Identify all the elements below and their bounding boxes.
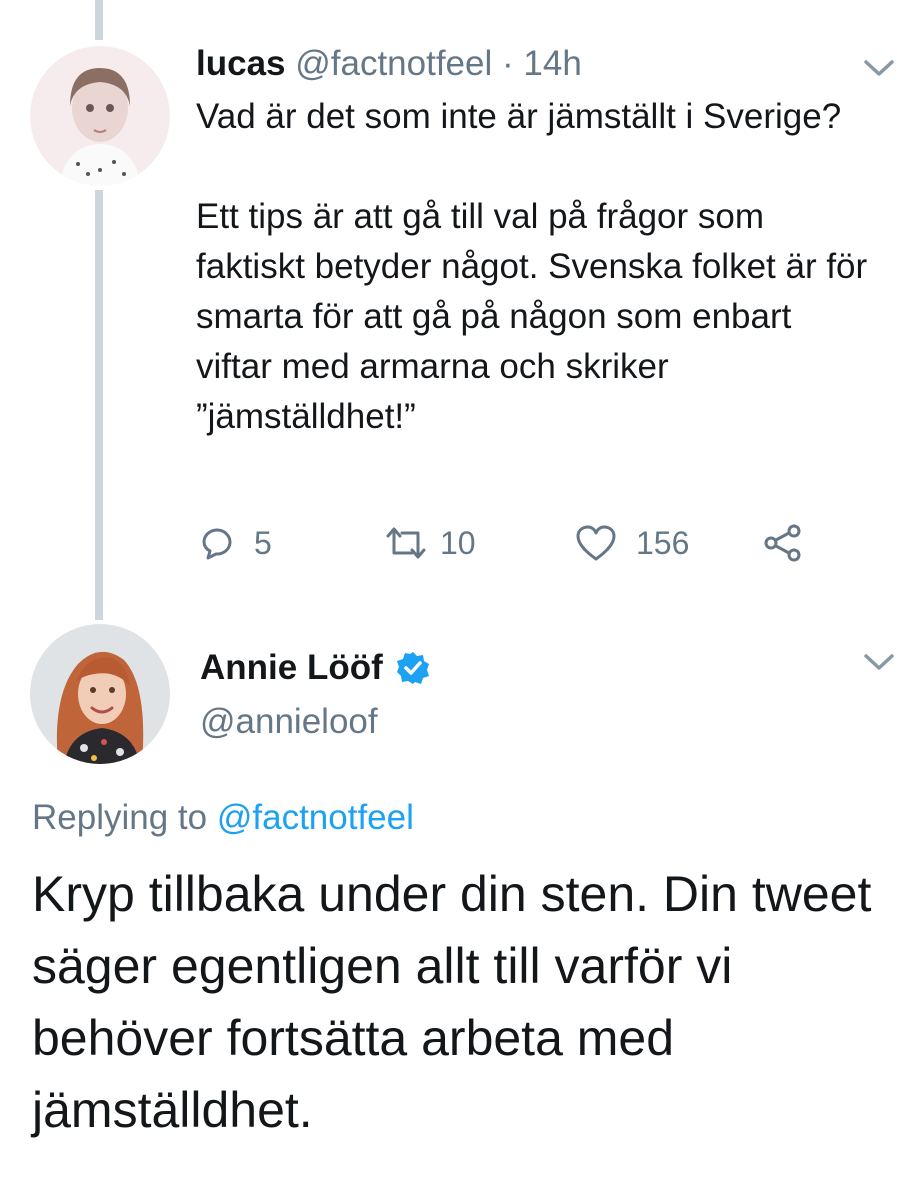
retweet-icon [382, 523, 430, 563]
replying-to: Replying to @factnotfeel [32, 796, 414, 840]
tweet-text: Vad är det som inte är jämställt i Sveri… [196, 92, 876, 442]
share-icon [762, 523, 804, 563]
author-handle[interactable]: @annieloof [200, 700, 378, 744]
like-button[interactable]: 156 [574, 518, 689, 568]
separator-dot: · [502, 44, 514, 83]
retweet-count: 10 [440, 524, 476, 561]
like-count: 156 [636, 524, 690, 561]
retweet-button[interactable]: 10 [382, 518, 476, 568]
tweet-header: lucas @factnotfeel · 14h [196, 42, 582, 86]
avatar[interactable] [30, 46, 170, 186]
avatar[interactable] [30, 624, 170, 764]
reply-button[interactable]: 5 [196, 518, 272, 568]
share-button[interactable] [762, 518, 804, 568]
author-name[interactable]: lucas [196, 44, 286, 83]
tweet-paragraph: Ett tips är att gå till val på frågor so… [196, 197, 868, 436]
author-name[interactable]: Annie Lööf [200, 646, 383, 690]
chevron-down-icon[interactable] [862, 650, 896, 674]
heart-icon [574, 523, 618, 563]
reply-count: 5 [254, 524, 272, 561]
author-handle[interactable]: @factnotfeel [295, 44, 492, 83]
author-name-row: Annie Lööf [200, 646, 431, 690]
timestamp[interactable]: 14h [523, 44, 581, 83]
main-tweet-text: Kryp tillbaka under din sten. Din tweet … [32, 866, 872, 1138]
verified-badge-icon [383, 650, 431, 686]
replying-prefix: Replying to [32, 798, 208, 837]
thread-connector-line [95, 190, 103, 620]
chevron-down-icon[interactable] [862, 56, 896, 80]
reply-icon [196, 523, 236, 563]
thread-connector-line [95, 0, 103, 40]
replying-handle-link[interactable]: @factnotfeel [217, 798, 414, 837]
tweet-paragraph: Vad är det som inte är jämställt i Sveri… [196, 97, 842, 136]
